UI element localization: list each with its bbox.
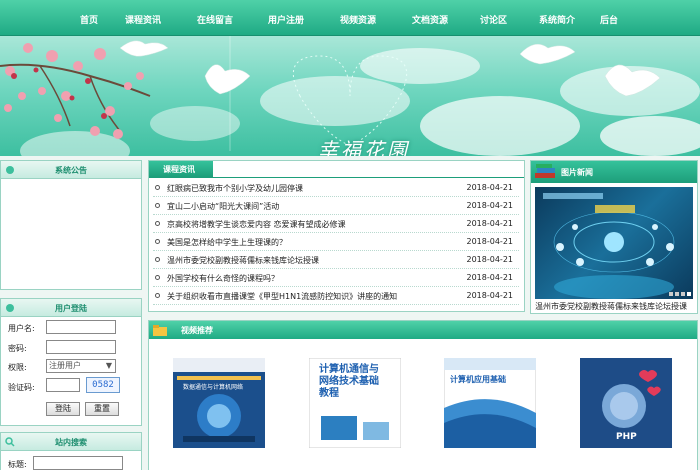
picture-news-caption[interactable]: 温州市委党校副教授蒋儒标来钱库论坛授课 — [535, 301, 697, 312]
book-cover[interactable]: 计算机应用基础 — [443, 357, 537, 449]
nav-document-resources[interactable]: 文档资源 — [412, 13, 448, 26]
bullet-icon — [155, 239, 160, 244]
reset-button[interactable]: 重置 — [85, 402, 119, 416]
book-cover[interactable]: 数据通信与计算机网络 — [173, 358, 265, 448]
captcha-input[interactable] — [46, 378, 80, 392]
nav-about[interactable]: 系统简介 — [539, 13, 575, 26]
search-keyword-label: 标题: — [8, 460, 27, 469]
notice-panel: 系统公告 — [0, 160, 142, 290]
role-select[interactable]: 注册用户 ▼ — [46, 359, 116, 373]
book-cover[interactable]: 计算机通信与网络技术基础教程 — [308, 357, 402, 449]
book-stack-icon — [534, 164, 556, 183]
news-panel: 课程资讯 红眼病已致我市个别小学及幼儿园停课 2018-04-21 宜山二小启动… — [148, 160, 525, 312]
picture-news-image[interactable] — [535, 187, 693, 299]
bullet-icon — [155, 203, 160, 208]
login-button[interactable]: 登陆 — [46, 402, 80, 416]
bullet-icon — [155, 293, 160, 298]
nav-forum[interactable]: 讨论区 — [480, 13, 507, 26]
picture-news-panel: 图片新闻 温州市委党校副教授蒋儒标来钱库论坛授课 — [530, 160, 698, 314]
banner: 幸福花園 — [0, 36, 700, 156]
page-root: 首页 课程资讯 在线留言 用户注册 视频资源 文档资源 讨论区 系统简介 后台 — [0, 0, 700, 470]
nav-online-message[interactable]: 在线留言 — [197, 13, 233, 26]
news-item[interactable]: 美国是怎样给中学生上生理课的？ 2018-04-21 — [153, 233, 519, 251]
notice-title: 系统公告 — [55, 166, 87, 175]
username-label: 用户名: — [8, 324, 35, 333]
picture-pagination — [667, 289, 691, 299]
news-item[interactable]: 关于组织收看市直播课堂《甲型H1N1流感防控知识》讲座的通知 2018-04-2… — [153, 287, 519, 305]
news-item[interactable]: 外国学校有什么奇怪的课程吗？ 2018-04-21 — [153, 269, 519, 287]
news-item[interactable]: 红眼病已致我市个别小学及幼儿园停课 2018-04-21 — [153, 179, 519, 197]
nav-course-news[interactable]: 课程资讯 — [125, 13, 161, 26]
news-item[interactable]: 宜山二小启动“阳光大课间”活动 2018-04-21 — [153, 197, 519, 215]
password-input[interactable] — [46, 340, 116, 354]
nav-video-resources[interactable]: 视频资源 — [340, 13, 376, 26]
folder-icon — [153, 324, 167, 339]
news-item[interactable]: 温州市委党校副教授蒋儒标来钱库论坛授课 2018-04-21 — [153, 251, 519, 269]
captcha-label: 验证码: — [8, 383, 35, 392]
nav-admin[interactable]: 后台 — [600, 13, 618, 26]
chevron-down-icon: ▼ — [105, 361, 112, 370]
bullet-icon — [155, 221, 160, 226]
nav-home[interactable]: 首页 — [80, 13, 98, 26]
search-input[interactable] — [33, 456, 123, 470]
captcha-image[interactable]: 0582 — [86, 377, 120, 393]
search-panel: 站内搜索 标题: — [0, 432, 142, 470]
login-panel: 用户登陆 用户名: 密码: 权限: 注册用户 ▼ 验证码: 0582 登陆 重置 — [0, 298, 142, 426]
banner-logo: 幸福花園 — [318, 138, 410, 156]
bullet-icon — [155, 275, 160, 280]
role-label: 权限: — [8, 363, 27, 372]
picture-news-title: 图片新闻 — [561, 168, 593, 177]
login-title: 用户登陆 — [55, 304, 87, 313]
news-item[interactable]: 京高校将增教学生谈恋爱内容 恋爱课有望成必修课 2018-04-21 — [153, 215, 519, 233]
news-title: 课程资讯 — [163, 165, 195, 174]
book-cover[interactable]: PHP — [580, 358, 672, 448]
top-nav: 首页 课程资讯 在线留言 用户注册 视频资源 文档资源 讨论区 系统简介 后台 — [0, 0, 700, 36]
role-selected: 注册用户 — [49, 361, 81, 370]
nav-register[interactable]: 用户注册 — [268, 13, 304, 26]
video-title: 视频推荐 — [181, 326, 213, 335]
bullet-icon — [155, 185, 160, 190]
password-label: 密码: — [8, 344, 27, 353]
search-title: 站内搜索 — [55, 438, 87, 447]
username-input[interactable] — [46, 320, 116, 334]
bullet-icon — [155, 257, 160, 262]
